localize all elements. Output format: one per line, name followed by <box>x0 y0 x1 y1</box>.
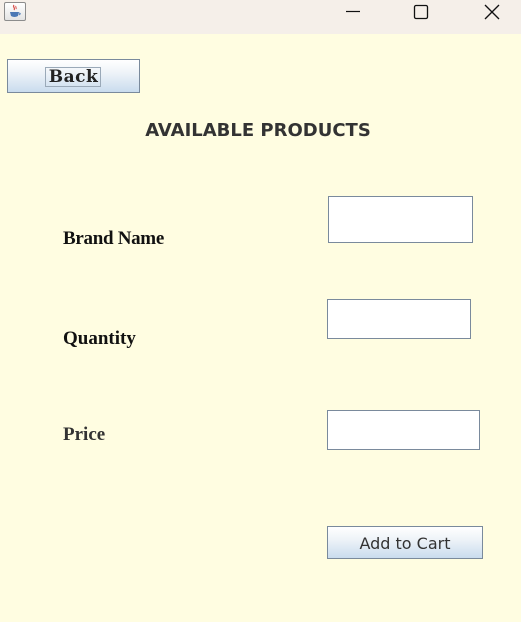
quantity-field[interactable] <box>327 299 471 339</box>
back-button-label: Back <box>48 67 99 87</box>
maximize-icon <box>413 4 429 20</box>
close-button[interactable] <box>469 0 515 24</box>
minimize-button[interactable] <box>330 0 376 24</box>
add-to-cart-label: Add to Cart <box>359 534 451 553</box>
window-titlebar <box>0 0 521 34</box>
brand-name-field[interactable] <box>328 196 473 243</box>
quantity-label: Quantity <box>63 328 136 349</box>
page-title: AVAILABLE PRODUCTS <box>145 120 371 141</box>
add-to-cart-button[interactable]: Add to Cart <box>327 526 483 559</box>
close-icon <box>484 4 500 20</box>
minimize-icon <box>346 10 360 13</box>
price-label: Price <box>63 424 106 445</box>
price-field[interactable] <box>327 410 480 450</box>
brand-name-label: Brand Name <box>63 228 164 249</box>
maximize-button[interactable] <box>398 0 444 24</box>
back-button[interactable]: Back <box>7 59 140 93</box>
java-coffee-cup-icon[interactable] <box>4 2 26 21</box>
